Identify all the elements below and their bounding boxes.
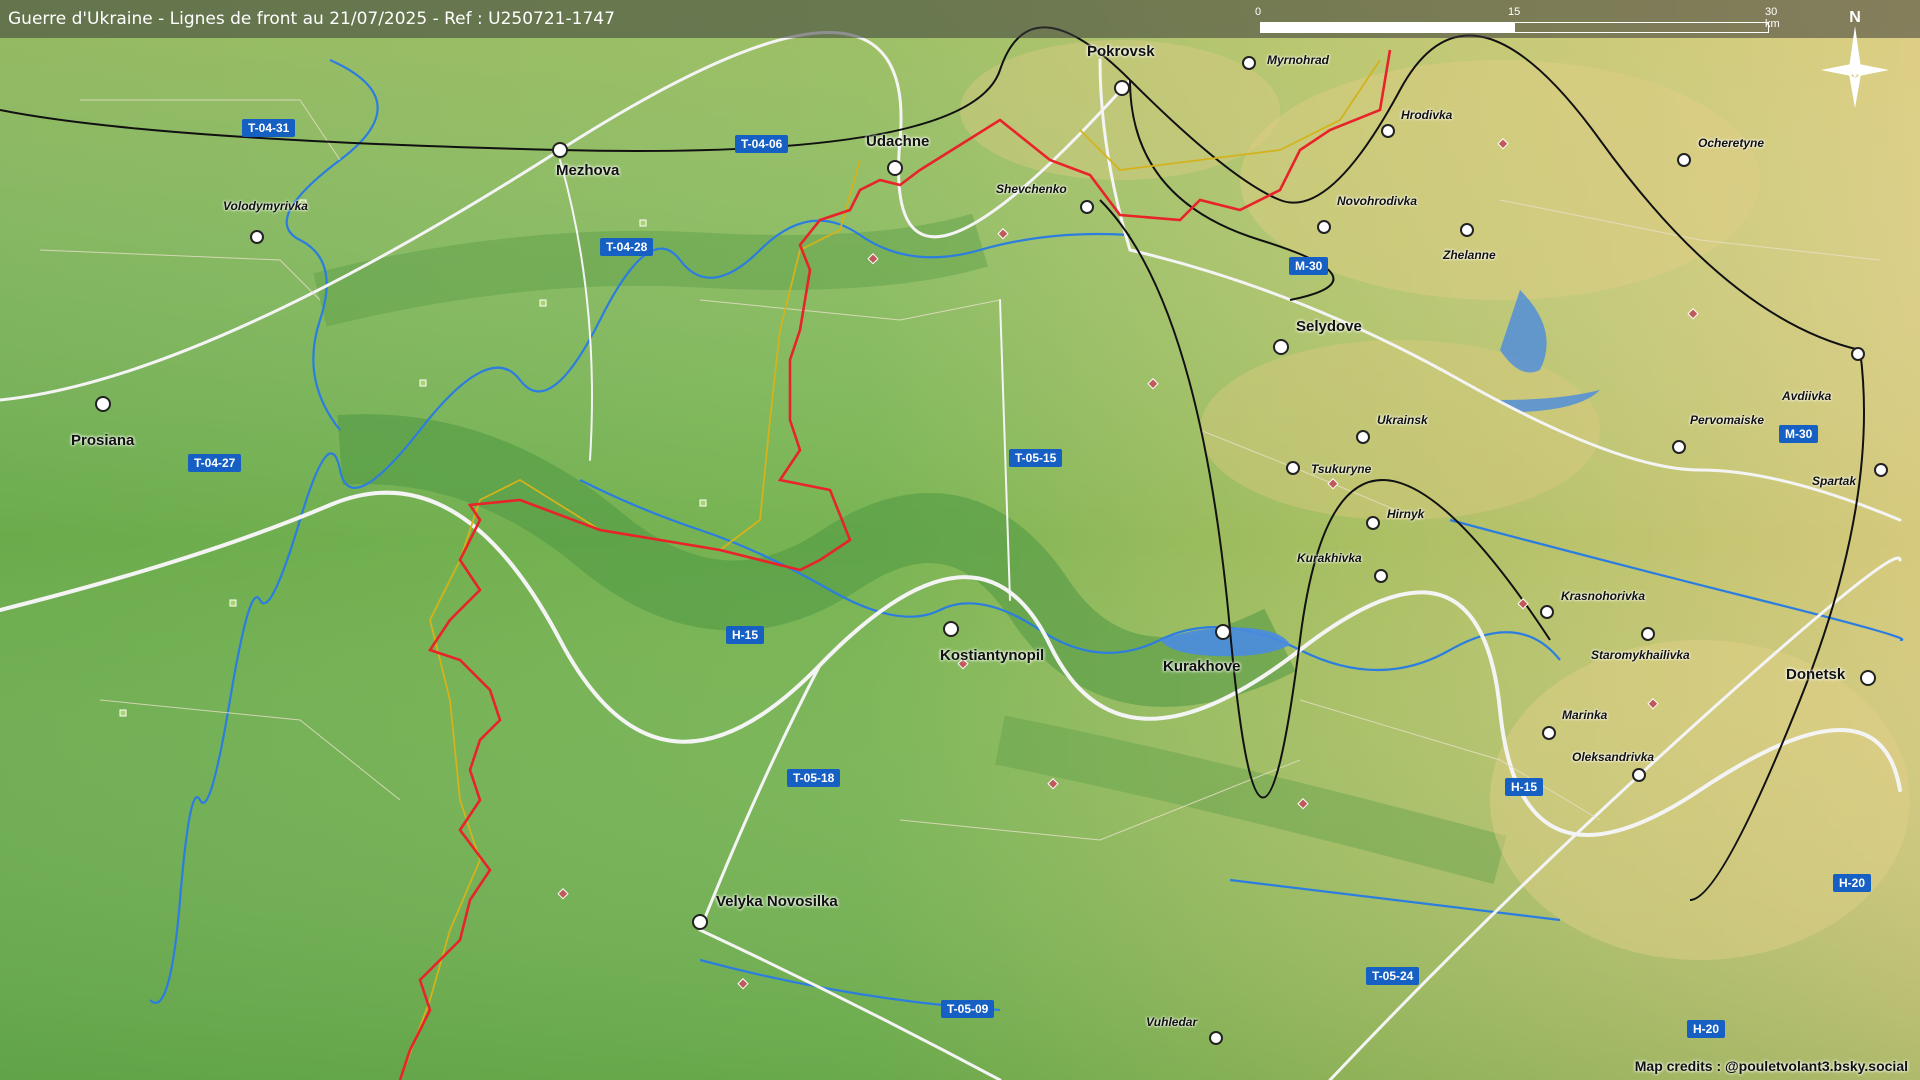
town-label-avdiivka[interactable]: Avdiivka [1782,389,1831,403]
town-label-pervomaiske[interactable]: Pervomaiske [1690,413,1764,427]
road-badge-t0428[interactable]: T-04-28 [600,238,654,256]
scale-bar: 0 15 30 km [1255,6,1780,36]
road-badge-t0431[interactable]: T-04-31 [242,119,296,137]
town-label-marinka[interactable]: Marinka [1562,708,1607,722]
city-label-kurakhove[interactable]: Kurakhove [1163,658,1241,675]
road-badge-h20-north[interactable]: H-20 [1833,874,1872,892]
road-badge-h15-east[interactable]: H-15 [1505,778,1544,796]
town-label-volodymyrivka[interactable]: Volodymyrivka [223,199,308,213]
town-label-hrodivka[interactable]: Hrodivka [1401,108,1452,122]
town-label-oleksandrivka[interactable]: Oleksandrivka [1572,750,1654,764]
compass-rose-icon: N [1821,9,1889,108]
map-title: Guerre d'Ukraine - Lignes de front au 21… [8,9,615,29]
road-badge-t0518[interactable]: T-05-18 [787,769,841,787]
town-label-krasnohorivka[interactable]: Krasnohorivka [1561,589,1645,603]
city-label-donetsk[interactable]: Donetsk [1786,666,1845,683]
road-badge-m30-north[interactable]: M-30 [1289,257,1329,275]
city-label-kostiantynopil[interactable]: Kostiantynopil [940,647,1044,664]
town-label-hirnyk[interactable]: Hirnyk [1387,507,1424,521]
north-arrow: N [1815,8,1895,118]
scale-segment-filled [1260,22,1515,33]
city-label-udachne[interactable]: Udachne [866,133,929,150]
town-label-zhelanne[interactable]: Zhelanne [1443,248,1496,262]
town-label-ocheretyne[interactable]: Ocheretyne [1698,136,1764,150]
city-label-prosiana[interactable]: Prosiana [71,432,134,449]
map-canvas [0,0,1920,1080]
city-label-velyka-novosilka[interactable]: Velyka Novosilka [716,893,838,910]
city-label-mezhova[interactable]: Mezhova [556,162,619,179]
map-view[interactable]: Guerre d'Ukraine - Lignes de front au 21… [0,0,1920,1080]
town-label-staromykhailivka[interactable]: Staromykhailivka [1591,648,1690,662]
city-label-selydove[interactable]: Selydove [1296,318,1362,335]
road-badge-t0515[interactable]: T-05-15 [1009,449,1063,467]
road-badge-m30-east[interactable]: M-30 [1779,425,1819,443]
town-label-myrnohrad[interactable]: Myrnohrad [1267,53,1329,67]
town-label-tsukuryne[interactable]: Tsukuryne [1311,462,1371,476]
road-badge-t0406[interactable]: T-04-06 [735,135,789,153]
north-letter: N [1849,9,1861,26]
town-label-shevchenko[interactable]: Shevchenko [996,182,1067,196]
town-label-novohrodivka[interactable]: Novohrodivka [1337,194,1417,208]
road-badge-h15-west[interactable]: H-15 [726,626,765,644]
map-credits: Map credits : @pouletvolant3.bsky.social [1634,1058,1908,1074]
scale-label-15: 15 [1508,6,1521,18]
town-label-vuhledar[interactable]: Vuhledar [1146,1015,1197,1029]
road-badge-h20-south[interactable]: H-20 [1687,1020,1726,1038]
scale-segment-empty [1514,22,1769,33]
scale-label-0: 0 [1255,6,1262,18]
road-badge-t0524[interactable]: T-05-24 [1366,967,1420,985]
road-badge-t0427[interactable]: T-04-27 [188,454,242,472]
town-label-kurakhivka[interactable]: Kurakhivka [1297,551,1362,565]
city-label-pokrovsk[interactable]: Pokrovsk [1087,43,1155,60]
town-label-ukrainsk[interactable]: Ukrainsk [1377,413,1428,427]
road-badge-t0509[interactable]: T-05-09 [941,1000,995,1018]
town-label-spartak[interactable]: Spartak [1812,474,1856,488]
